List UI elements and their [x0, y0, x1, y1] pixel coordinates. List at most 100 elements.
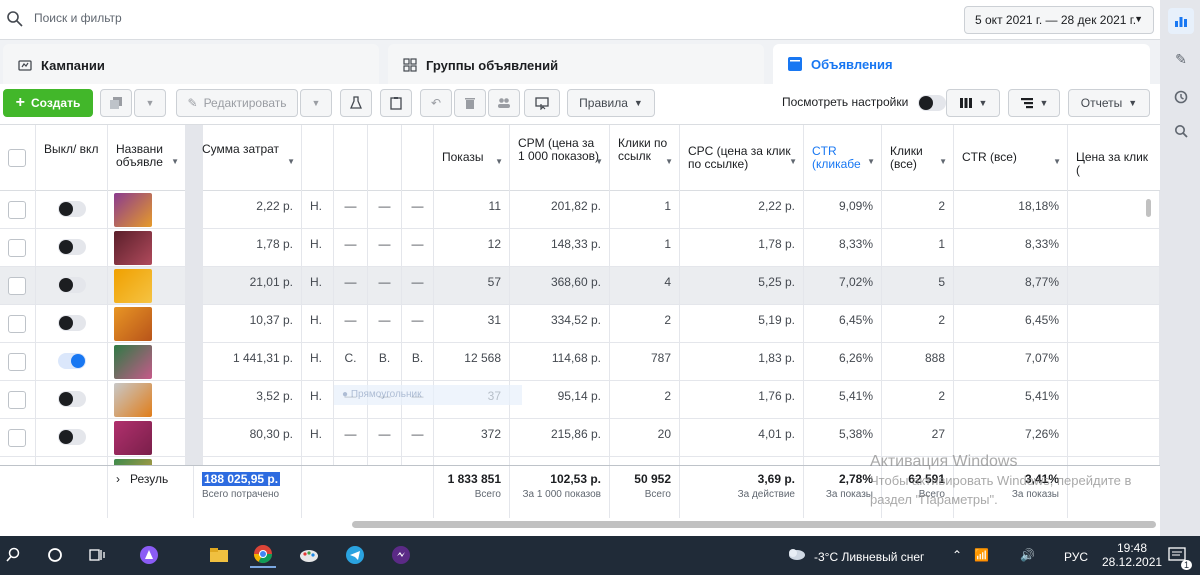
column-header-ctr-all[interactable]: CTR (все) ▼	[954, 125, 1068, 191]
totals-cpc-value: 3,69 р.	[757, 472, 795, 486]
zoom-icon[interactable]	[1168, 118, 1194, 144]
ad-status-toggle[interactable]	[58, 353, 86, 369]
preview-button[interactable]	[524, 89, 560, 117]
table-row[interactable]: 3,52 р.Н.———3795,14 р.21,76 р.5,41%25,41…	[0, 381, 1160, 419]
table-row[interactable]: 2,22 р. Н. — — —11 201,82 р. 1 2,22 р. 9,09% 2 18,…	[0, 191, 1160, 229]
horizontal-scrollbar[interactable]	[352, 521, 1156, 528]
cell-col-2: В.	[368, 343, 402, 381]
column-header-cpc[interactable]: CPC (цена за клик по ссылке) ▼	[680, 125, 804, 191]
column-header-name[interactable]: Названи объявле ▼	[108, 125, 186, 191]
audience-button[interactable]	[488, 89, 520, 117]
rules-dropdown[interactable]: Правила ▼	[567, 89, 655, 117]
ad-status-toggle[interactable]	[58, 277, 86, 293]
table-row[interactable]: 21,01 р. Н. — — —57 368,60 р. 4 5,25 р. 7,02% 5 8,…	[0, 267, 1160, 305]
row-checkbox[interactable]	[8, 353, 26, 371]
ab-test-button[interactable]	[340, 89, 372, 117]
chrome-icon[interactable]	[250, 542, 276, 568]
ad-status-toggle[interactable]	[58, 201, 86, 217]
ad-thumbnail[interactable]	[114, 231, 152, 265]
weather-text[interactable]: -3°C Ливневый снег	[814, 550, 924, 564]
weather-icon[interactable]	[784, 542, 810, 568]
cell-ctr-all: 8,77%	[954, 267, 1068, 305]
file-explorer-icon[interactable]	[206, 542, 232, 568]
cell-col-3: —	[402, 305, 434, 343]
ad-thumbnail[interactable]	[114, 383, 152, 417]
volume-icon[interactable]: 🔊	[1020, 548, 1035, 562]
input-language[interactable]: РУС	[1064, 550, 1088, 564]
totals-ctr-link-value: 2,78%	[838, 472, 873, 486]
ad-thumbnail[interactable]	[114, 421, 152, 455]
search-icon[interactable]	[0, 542, 26, 568]
ad-status-toggle[interactable]	[58, 239, 86, 255]
search-input[interactable]	[34, 11, 534, 25]
edit-dropdown-button[interactable]: ▼	[300, 89, 332, 117]
tray-chevron-icon[interactable]: ⌃	[952, 548, 962, 562]
row-checkbox[interactable]	[8, 239, 26, 257]
cell-checkbox	[0, 305, 36, 343]
reports-dropdown[interactable]: Отчеты ▼	[1068, 89, 1150, 117]
cortana-icon[interactable]	[42, 542, 68, 568]
column-header-spend[interactable]: Сумма затрат ▼	[194, 125, 302, 191]
row-checkbox[interactable]	[8, 429, 26, 447]
column-header-impressions[interactable]: Показы ▼	[434, 125, 510, 191]
ad-status-toggle[interactable]	[58, 315, 86, 331]
ad-thumbnail[interactable]	[114, 269, 152, 303]
duplicate-dropdown-button[interactable]: ▼	[134, 89, 166, 117]
ad-thumbnail[interactable]	[114, 345, 152, 379]
table-row[interactable]: 1 441,31 р. Н. С. В. В. 12 568 114,68 р. 787 1,8…	[0, 343, 1160, 381]
column-header-cost-per-click[interactable]: Цена за клик (	[1068, 125, 1160, 191]
telegram-icon[interactable]	[342, 542, 368, 568]
paint-icon[interactable]	[296, 542, 322, 568]
column-header-narrow-1[interactable]	[334, 125, 368, 191]
ad-status-toggle[interactable]	[58, 391, 86, 407]
column-header-cpm[interactable]: CPM (цена за 1 000 показов) ▼	[510, 125, 610, 191]
pencil-icon[interactable]: ✎	[1168, 46, 1194, 72]
edit-button[interactable]: ✎ Редактировать	[176, 89, 298, 117]
chart-icon[interactable]	[1168, 8, 1194, 34]
alice-icon[interactable]	[136, 542, 162, 568]
totals-label-cell[interactable]: › Резуль	[108, 466, 194, 518]
tray-icons[interactable]: 📶	[974, 548, 989, 562]
tab-label: Группы объявлений	[426, 57, 559, 73]
row-checkbox[interactable]	[8, 315, 26, 333]
columns-button[interactable]: ▼	[946, 89, 1000, 117]
vertical-scrollbar[interactable]	[1146, 199, 1151, 217]
ad-thumbnail[interactable]	[114, 193, 152, 227]
history-icon[interactable]	[1168, 84, 1194, 110]
cell-name	[108, 419, 186, 457]
cell-link-clicks: 1	[610, 229, 680, 267]
ad-status-toggle[interactable]	[58, 429, 86, 445]
tab-ad-sets[interactable]: Группы объявлений	[388, 44, 764, 86]
column-header-ctr-link[interactable]: CTR (кликабе ▼	[804, 125, 882, 191]
delete-button[interactable]	[454, 89, 486, 117]
ad-thumbnail[interactable]	[114, 307, 152, 341]
create-button[interactable]: + Создать	[3, 89, 93, 117]
column-header-narrow-3[interactable]	[402, 125, 434, 191]
table-row[interactable]: 1,78 р. Н. — — —12 148,33 р. 1 1,78 р. 8,33% 1 8,3…	[0, 229, 1160, 267]
column-header-toggle[interactable]: Выкл/ вкл	[36, 125, 108, 191]
view-settings-toggle[interactable]	[917, 95, 946, 111]
duplicate-button[interactable]	[100, 89, 132, 117]
undo-button[interactable]: ↶	[420, 89, 452, 117]
row-checkbox[interactable]	[8, 391, 26, 409]
column-header-narrow-2[interactable]	[368, 125, 402, 191]
column-header-link-clicks[interactable]: Клики по ссылк ▼	[610, 125, 680, 191]
column-header-clicks-all[interactable]: Клики (все) ▼	[882, 125, 954, 191]
cell-col-1: —	[334, 229, 368, 267]
table-row[interactable]: 10,37 р. Н. — — —31 334,52 р. 2 5,19 р. 6,45% 2 6,…	[0, 305, 1160, 343]
tab-ads[interactable]: Объявления	[773, 44, 1150, 86]
task-view-icon[interactable]	[84, 542, 110, 568]
row-checkbox[interactable]	[8, 201, 26, 219]
flask-icon	[350, 96, 362, 109]
notification-icon[interactable]: 1	[1164, 542, 1192, 570]
cell-spend: 1 441,31 р.	[194, 343, 302, 381]
row-checkbox[interactable]	[8, 277, 26, 295]
clock[interactable]: 19:48 28.12.2021	[1102, 541, 1162, 569]
review-button[interactable]	[380, 89, 412, 117]
tab-campaigns[interactable]: Кампании	[3, 44, 379, 86]
select-all-checkbox[interactable]	[8, 149, 26, 167]
messenger-icon[interactable]	[388, 542, 414, 568]
breakdown-button[interactable]: ▼	[1008, 89, 1060, 117]
date-range-picker[interactable]: 5 окт 2021 г. — 28 дек 2021 г. ▼	[964, 6, 1154, 34]
column-header-delivery[interactable]	[302, 125, 334, 191]
